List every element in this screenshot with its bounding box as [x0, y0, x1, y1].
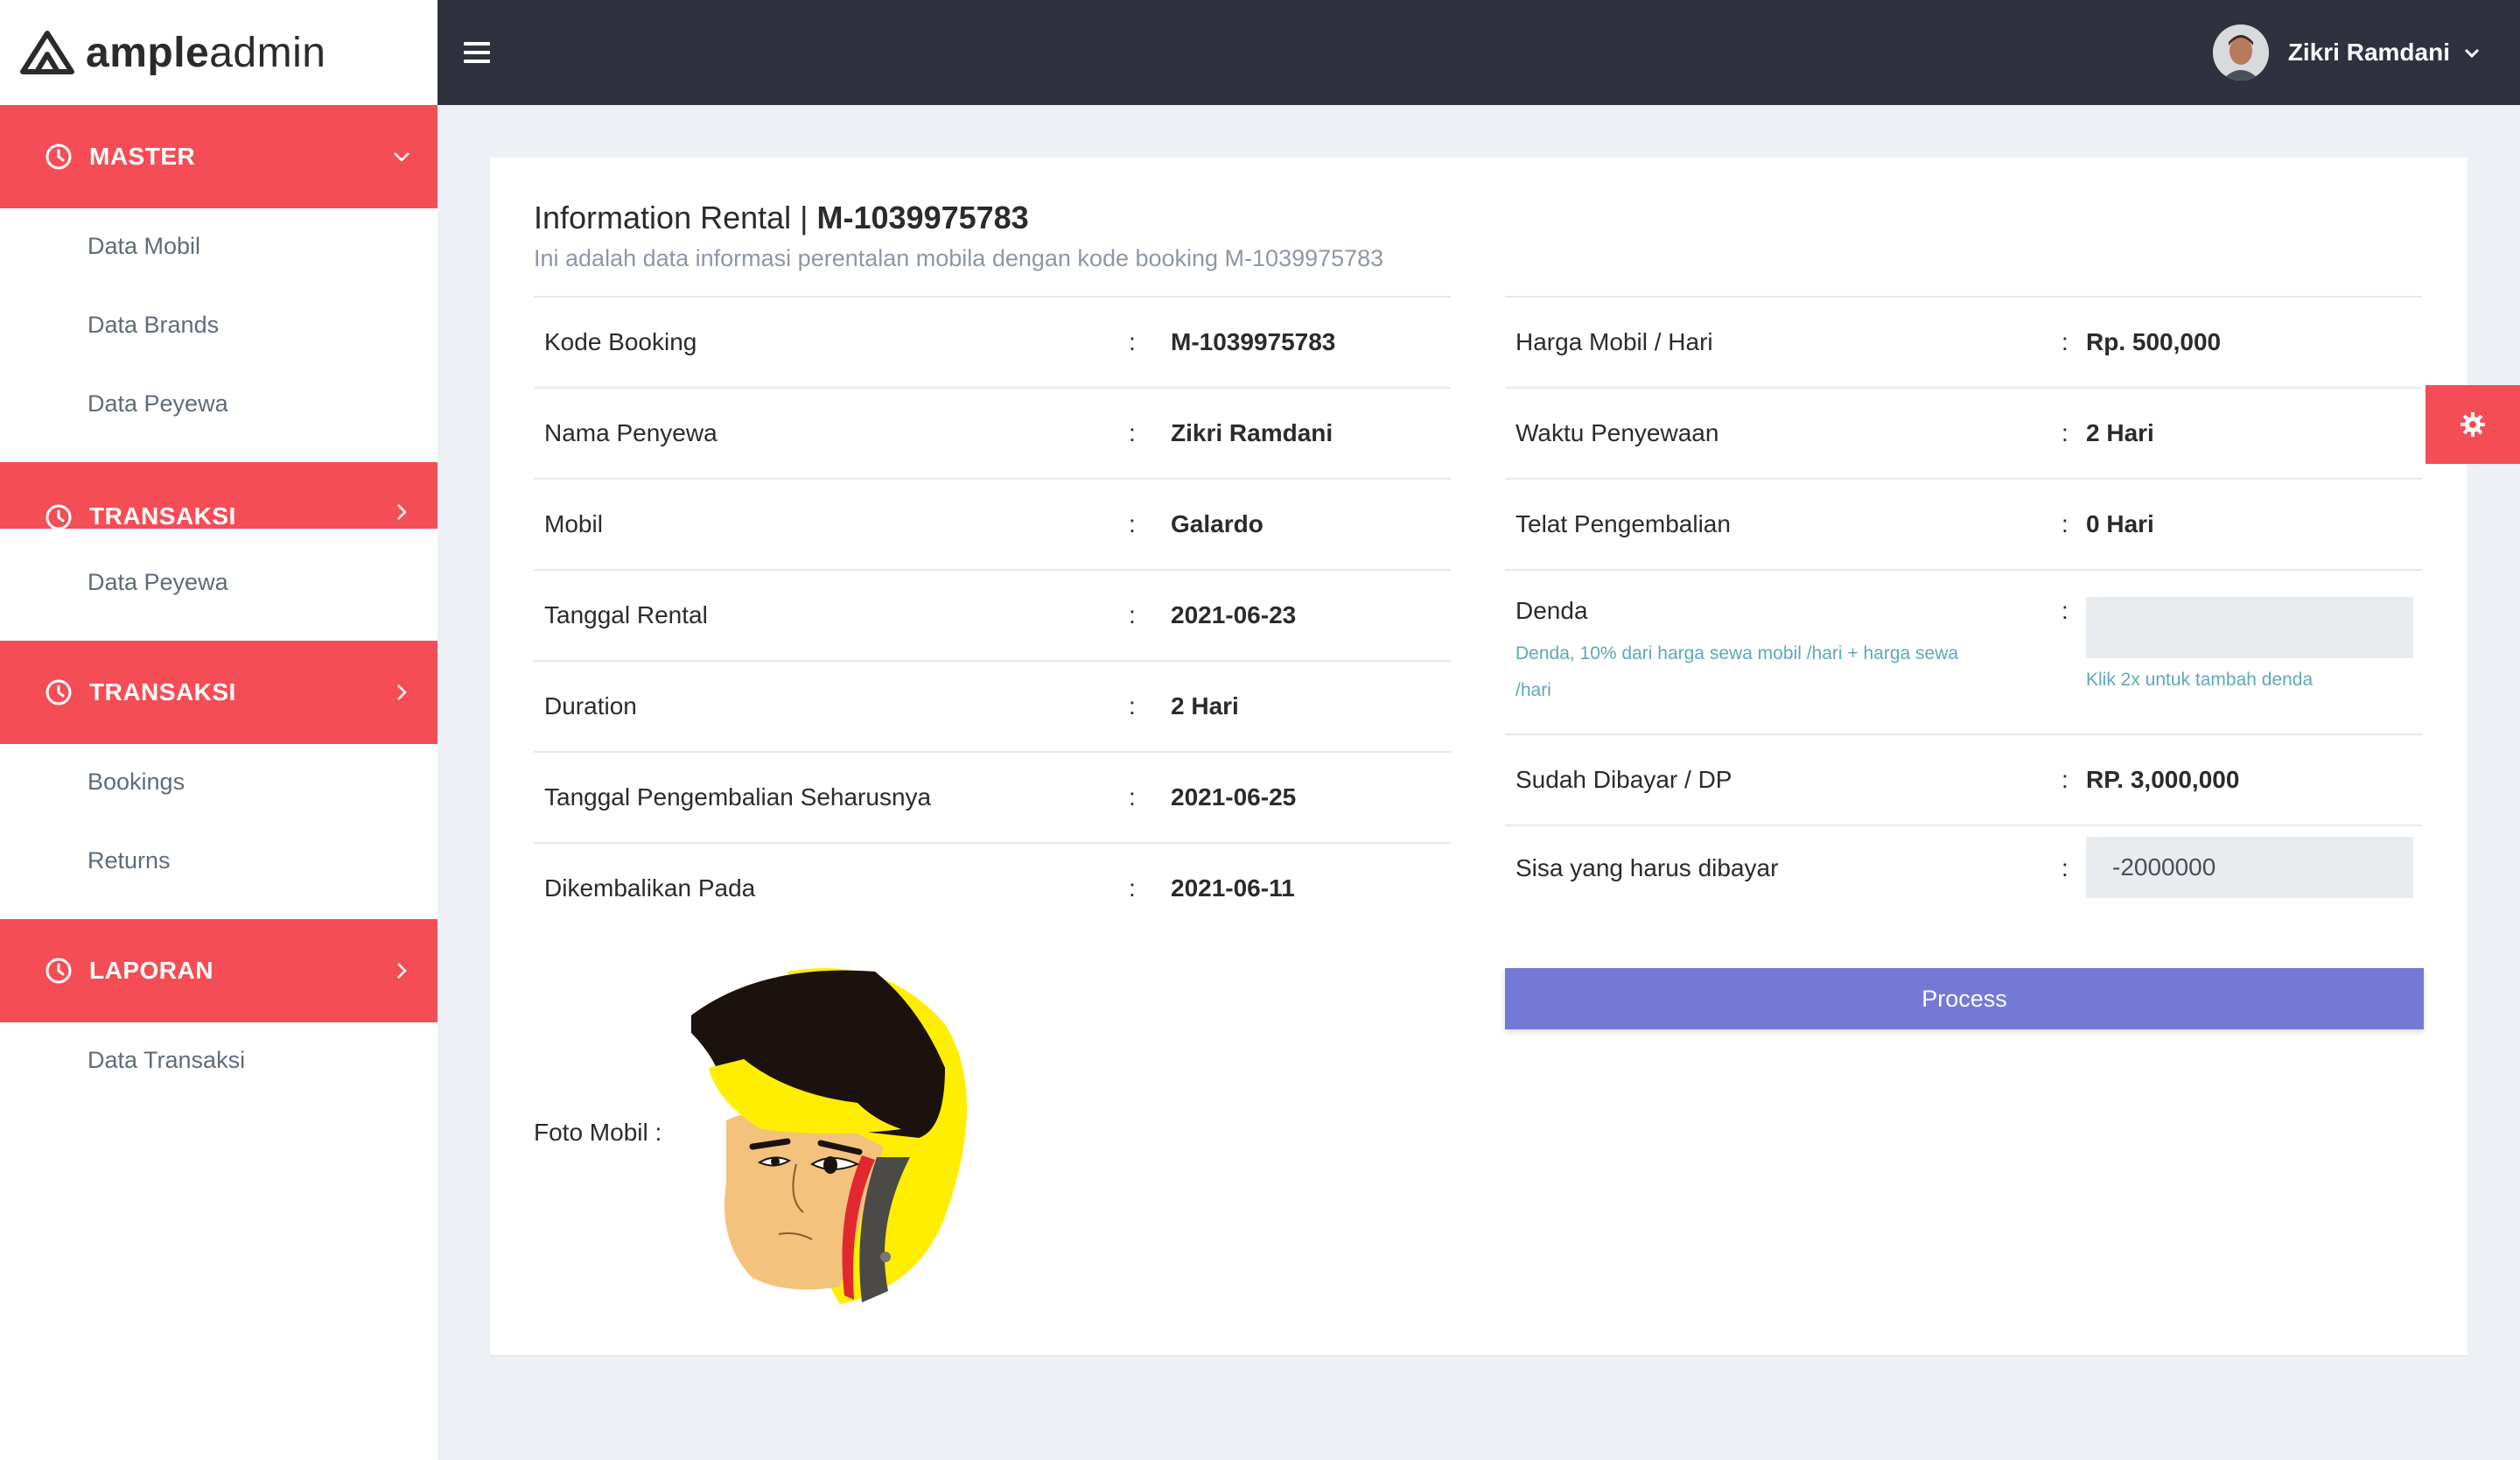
detail-row: Nama Penyewa : Zikri Ramdani [534, 387, 1451, 478]
clock-icon [46, 144, 72, 170]
page-subtitle: Ini adalah data informasi perentalan mob… [534, 245, 1384, 271]
detail-value: 0 Hari [2086, 510, 2154, 537]
denda-input[interactable] [2086, 597, 2413, 658]
clock-icon [46, 958, 72, 984]
detail-label: Tanggal Rental [544, 601, 708, 628]
detail-label: Dikembalikan Pada [544, 874, 756, 902]
detail-colon: : [1129, 874, 1136, 902]
detail-colon: : [1129, 419, 1136, 446]
brand-logo[interactable]: ampleadmin [0, 0, 438, 105]
detail-value: 2 Hari [1171, 692, 1239, 719]
process-button[interactable]: Process [1505, 968, 2424, 1029]
detail-label: Nama Penyewa [544, 419, 718, 446]
menu-laporan-label: LAPORAN [89, 957, 214, 984]
sidebar-item-returns[interactable]: Returns [88, 847, 171, 874]
detail-colon: : [1129, 601, 1136, 628]
gear-icon [2460, 412, 2485, 437]
sidebar-item-data-brands[interactable]: Data Brands [88, 312, 219, 339]
detail-value: RP. 3,000,000 [2086, 766, 2240, 793]
detail-colon: : [2062, 328, 2068, 355]
detail-row: Duration : 2 Hari [534, 660, 1451, 751]
detail-value: 2 Hari [2086, 419, 2154, 446]
detail-value: Rp. 500,000 [2086, 328, 2222, 355]
detail-colon: : [1129, 510, 1136, 537]
detail-value: 2021-06-25 [1171, 783, 1297, 811]
chevron-right-icon [397, 963, 407, 979]
detail-colon: : [2062, 766, 2068, 793]
detail-colon: : [2062, 510, 2068, 537]
detail-label: Telat Pengembalian [1516, 510, 1731, 537]
topbar: Zikri Ramdani [438, 0, 2520, 105]
page-title: Information Rental | M-1039975783 [534, 200, 1029, 235]
clock-icon [46, 679, 72, 705]
detail-label: Tanggal Pengembalian Seharusnya [544, 783, 932, 811]
detail-value: Galardo [1171, 510, 1264, 537]
chevron-down-icon [394, 152, 410, 162]
sidebar-item-data-peyewa[interactable]: Data Peyewa [88, 390, 228, 418]
detail-row: Mobil : Galardo [534, 478, 1451, 569]
chevron-right-icon [397, 504, 407, 520]
user-name: Zikri Ramdani [2287, 39, 2450, 66]
chevron-right-icon [397, 684, 407, 700]
avatar [2212, 25, 2269, 81]
detail-value: 2021-06-23 [1171, 601, 1297, 628]
denda-hint-line-2: /hari [1516, 680, 1551, 700]
detail-row-waktu: Waktu Penyewaan : 2 Hari [1505, 387, 2422, 478]
logo-icon [20, 31, 74, 74]
chevron-down-icon [2464, 48, 2480, 59]
menu-transaksi-2-label: TRANSAKSI [89, 678, 236, 705]
detail-row: Tanggal Rental : 2021-06-23 [534, 569, 1451, 660]
denda-field-hint: Klik 2x untuk tambah denda [2086, 670, 2314, 690]
sidebar-item-data-mobil[interactable]: Data Mobil [88, 233, 200, 260]
menu-laporan[interactable]: LAPORAN [0, 919, 438, 1022]
detail-label: Waktu Penyewaan [1516, 419, 1719, 446]
settings-button[interactable] [2426, 385, 2520, 464]
detail-row-sisa: Sisa yang harus dibayar : -2000000 [1505, 825, 2422, 916]
detail-label: Kode Booking [544, 328, 697, 355]
detail-value: Zikri Ramdani [1171, 419, 1334, 446]
detail-colon: : [2062, 854, 2068, 881]
sidebar-item-data-peyewa-2[interactable]: Data Peyewa [88, 569, 228, 596]
detail-row: Kode Booking : M-1039975783 [534, 296, 1451, 387]
logo-text: ampleadmin [86, 29, 326, 76]
detail-label: Sisa yang harus dibayar [1516, 854, 1779, 881]
menu-master[interactable]: MASTER [0, 105, 438, 208]
menu-transaksi-1-label: TRANSAKSI [89, 502, 236, 530]
denda-hint-line-1: Denda, 10% dari harga sewa mobil /hari +… [1516, 643, 1959, 663]
detail-colon: : [2062, 597, 2068, 624]
detail-value: 2021-06-11 [1171, 874, 1295, 902]
sidebar-item-bookings[interactable]: Bookings [88, 769, 185, 796]
hamburger-icon[interactable] [464, 42, 490, 63]
car-photo [691, 968, 967, 1304]
detail-label: Duration [544, 692, 637, 719]
detail-colon: : [2062, 419, 2068, 446]
detail-colon: : [1129, 783, 1136, 811]
detail-label: Sudah Dibayar / DP [1516, 766, 1732, 793]
detail-label: Denda [1516, 597, 1588, 624]
rental-info-card: Information Rental | M-1039975783 Ini ad… [490, 158, 2468, 1355]
detail-row: Tanggal Pengembalian Seharusnya : 2021-0… [534, 751, 1451, 842]
detail-colon: : [1129, 692, 1136, 719]
sisa-input[interactable]: -2000000 [2086, 837, 2413, 898]
detail-row-dibayar: Sudah Dibayar / DP : RP. 3,000,000 [1505, 734, 2422, 825]
menu-master-label: MASTER [89, 143, 196, 170]
detail-colon: : [1129, 328, 1136, 355]
detail-row-telat: Telat Pengembalian : 0 Hari [1505, 478, 2422, 569]
sidebar-item-data-transaksi[interactable]: Data Transaksi [88, 1047, 245, 1074]
detail-row-harga: Harga Mobil / Hari : Rp. 500,000 [1505, 296, 2422, 387]
detail-label: Mobil [544, 510, 603, 537]
detail-row-denda: Denda : Denda, 10% dari harga sewa mobil… [1505, 569, 2422, 734]
user-menu[interactable]: Zikri Ramdani [2212, 25, 2482, 81]
detail-value: M-1039975783 [1171, 328, 1336, 355]
detail-label: Harga Mobil / Hari [1516, 328, 1713, 355]
detail-row: Dikembalikan Pada : 2021-06-11 [534, 842, 1451, 933]
clock-icon [46, 504, 72, 530]
menu-transaksi-1[interactable]: TRANSAKSI [0, 462, 438, 530]
sidebar: ampleadmin MASTER Data Mobil Data Brands… [0, 0, 438, 1460]
foto-label: Foto Mobil : [534, 1119, 662, 1146]
menu-transaksi-2[interactable]: TRANSAKSI [0, 641, 438, 744]
